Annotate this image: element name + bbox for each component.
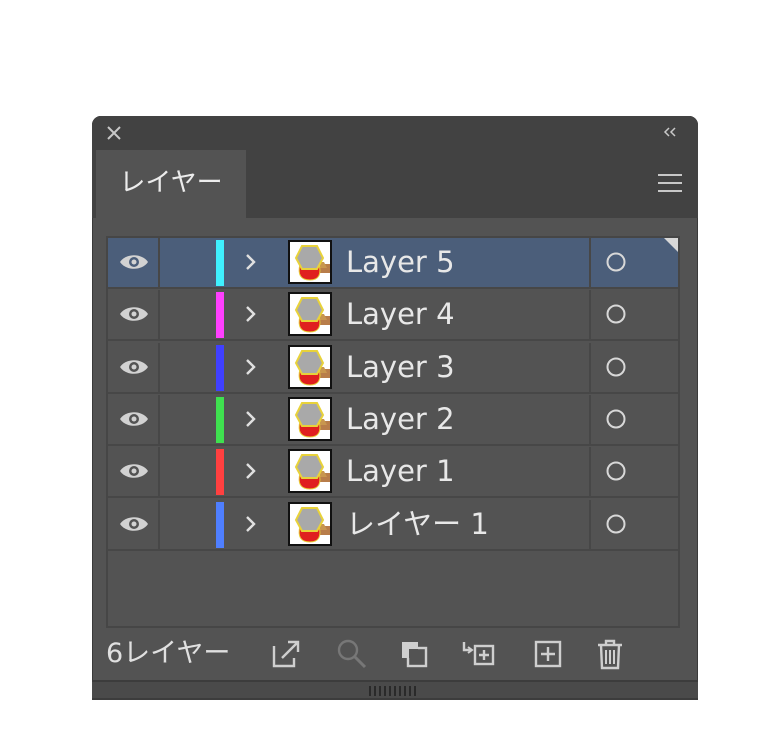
layer-thumbnail (288, 240, 332, 284)
target-toggle[interactable] (589, 342, 678, 392)
layer-thumbnail (288, 501, 332, 546)
layer-row[interactable]: レイヤー 1 (108, 499, 678, 551)
new-layer-icon[interactable] (530, 636, 566, 672)
close-icon[interactable] (104, 123, 124, 143)
eye-icon (120, 412, 148, 426)
layer-name[interactable]: Layer 5 (346, 238, 455, 287)
target-toggle[interactable] (589, 290, 678, 340)
collapse-icon[interactable] (660, 122, 680, 142)
eye-icon (120, 307, 148, 322)
target-circle-icon (606, 461, 626, 481)
tab-bar: レイヤー (92, 150, 698, 218)
target-circle-icon (606, 409, 626, 429)
chevron-right-icon[interactable] (240, 355, 260, 379)
chevron-right-icon[interactable] (240, 512, 260, 536)
chevron-right-icon[interactable] (240, 302, 260, 326)
layer-row[interactable]: Layer 4 (108, 290, 678, 342)
layer-name[interactable]: Layer 3 (346, 343, 455, 392)
target-circle-icon (606, 304, 626, 324)
layer-name[interactable]: レイヤー 1 (346, 500, 489, 549)
tab-layers[interactable]: レイヤー (96, 150, 246, 218)
panel-titlebar (92, 116, 698, 150)
layer-row[interactable]: Layer 3 (108, 342, 678, 394)
target-toggle[interactable] (589, 394, 678, 444)
layer-name[interactable]: Layer 1 (346, 447, 455, 496)
eye-icon (120, 516, 148, 531)
trash-icon[interactable] (592, 636, 628, 672)
chevron-right-icon[interactable] (240, 250, 260, 274)
layer-color-swatch (216, 396, 224, 443)
visibility-toggle[interactable] (108, 290, 160, 340)
resize-bar (92, 680, 698, 700)
chevron-right-icon[interactable] (240, 459, 260, 483)
panel-menu-icon[interactable] (656, 172, 684, 194)
layer-color-swatch (216, 240, 224, 286)
layers-panel: レイヤー Layer 5 Layer 4 Layer 3 Layer 2 Lay… (92, 116, 698, 700)
layer-thumbnail (288, 449, 332, 494)
layer-thumbnail (288, 344, 332, 389)
target-circle-icon (606, 357, 626, 377)
target-toggle[interactable] (589, 499, 678, 549)
target-circle-icon (606, 514, 626, 533)
visibility-toggle[interactable] (108, 394, 160, 444)
new-sublayer-icon[interactable] (460, 636, 496, 672)
layer-thumbnail (288, 396, 332, 441)
layer-color-swatch (216, 501, 224, 548)
selection-indicator (664, 238, 678, 252)
visibility-toggle[interactable] (108, 342, 160, 392)
layer-name[interactable]: Layer 4 (346, 290, 455, 339)
layer-list: Layer 5 Layer 4 Layer 3 Layer 2 Layer 1 … (106, 236, 680, 628)
layer-color-swatch (216, 449, 224, 496)
eye-icon (120, 464, 148, 478)
layer-row[interactable]: Layer 2 (108, 394, 678, 446)
layer-row[interactable]: Layer 5 (108, 238, 678, 289)
search-icon[interactable] (334, 636, 370, 672)
eye-icon (120, 255, 148, 269)
layer-color-swatch (216, 292, 224, 339)
layer-count: 6レイヤー (106, 638, 231, 669)
layer-row[interactable]: Layer 1 (108, 447, 678, 499)
layer-color-swatch (216, 344, 224, 391)
visibility-toggle[interactable] (108, 238, 160, 287)
export-icon[interactable] (268, 636, 304, 672)
target-toggle[interactable] (589, 447, 678, 497)
layer-name[interactable]: Layer 2 (346, 395, 455, 444)
clipping-mask-icon[interactable] (396, 636, 432, 672)
resize-grip[interactable] (369, 686, 419, 696)
layer-thumbnail (288, 292, 332, 337)
chevron-right-icon[interactable] (240, 407, 260, 431)
visibility-toggle[interactable] (108, 447, 160, 497)
eye-icon (120, 359, 148, 374)
target-circle-icon (606, 252, 626, 272)
visibility-toggle[interactable] (108, 499, 160, 549)
